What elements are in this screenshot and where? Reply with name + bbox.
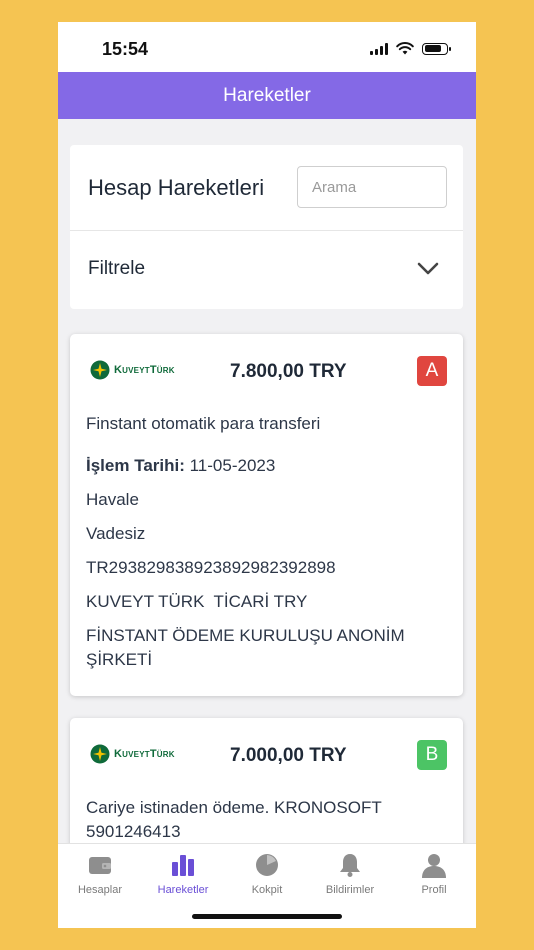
transaction-type: Havale xyxy=(86,490,139,509)
iban: TR293829838923892982392898 xyxy=(86,558,336,577)
tab-label: Hesaplar xyxy=(77,884,123,896)
section-title: Hesap Hareketleri xyxy=(88,175,265,200)
tab-kokpit[interactable]: Kokpit xyxy=(225,852,309,896)
tab-profil[interactable]: Profil xyxy=(392,852,476,896)
tab-bar: Hesaplar Hareketler Kokpit Bildirimler P… xyxy=(58,843,476,928)
search-input[interactable] xyxy=(297,166,447,208)
nav-bar: Hareketler xyxy=(58,72,476,119)
filter-toggle-label[interactable]: Filtrele xyxy=(88,258,145,280)
transaction-amount: 7.000,00 TRY xyxy=(230,745,347,766)
divider xyxy=(70,230,463,231)
wallet-icon xyxy=(89,857,111,874)
transaction-card[interactable]: KuveytTürk 7.000,00 TRY B Cariye istinad… xyxy=(70,718,463,843)
tab-label: Hareketler xyxy=(157,884,209,896)
tab-label: Bildirimler xyxy=(325,884,375,896)
tab-hareketler[interactable]: Hareketler xyxy=(141,852,225,896)
date-label: İşlem Tarihi: xyxy=(86,456,185,475)
account-type: Vadesiz xyxy=(86,524,146,543)
status-time: 15:54 xyxy=(102,39,149,59)
counterparty: FİNSTANT ÖDEME KURULUŞU ANONİM ŞİRKETİ xyxy=(86,626,405,669)
home-indicator xyxy=(192,914,342,919)
transaction-description: Cariye istinaden ödeme. KRONOSOFT 590124… xyxy=(86,798,382,841)
status-icons xyxy=(370,42,451,55)
account-name: KUVEYT TÜRK TİCARİ TRY xyxy=(86,592,308,611)
kuveyt-turk-logo-icon xyxy=(90,360,110,380)
status-badge: B xyxy=(417,740,447,770)
bell-icon xyxy=(340,854,360,877)
content-area[interactable]: Hesap Hareketleri Filtrele KuveytTürk 7.… xyxy=(58,119,476,843)
bar-chart-icon xyxy=(172,855,194,876)
page-title: Hareketler xyxy=(223,84,311,106)
phone-screen: 15:54 Hareketler Hesap Hareketleri Filtr… xyxy=(58,22,476,928)
transaction-details: Finstant otomatik para transferi İşlem T… xyxy=(86,412,447,682)
status-badge: A xyxy=(417,356,447,386)
pie-chart-icon xyxy=(256,854,278,876)
bank-logo: KuveytTürk xyxy=(90,360,175,380)
battery-icon xyxy=(422,42,451,55)
signal-icon xyxy=(370,42,388,55)
transaction-amount: 7.800,00 TRY xyxy=(230,361,347,382)
tab-label: Profil xyxy=(421,884,447,896)
transaction-date: İşlem Tarihi: 11-05-2023 xyxy=(86,454,447,478)
bank-name: KuveytTürk xyxy=(114,748,175,760)
wifi-icon xyxy=(396,42,414,55)
bank-logo: KuveytTürk xyxy=(90,744,175,764)
tab-hesaplar[interactable]: Hesaplar xyxy=(58,852,142,896)
status-bar: 15:54 xyxy=(58,22,476,72)
date-value: 11-05-2023 xyxy=(184,456,276,475)
chevron-down-icon[interactable] xyxy=(417,257,439,279)
bank-name: KuveytTürk xyxy=(114,364,175,376)
tab-label: Kokpit xyxy=(251,884,283,896)
kuveyt-turk-logo-icon xyxy=(90,744,110,764)
tab-bildirimler[interactable]: Bildirimler xyxy=(308,852,392,896)
user-icon xyxy=(422,854,446,878)
transaction-details: Cariye istinaden ödeme. KRONOSOFT 590124… xyxy=(86,796,447,843)
transaction-description: Finstant otomatik para transferi xyxy=(86,414,321,433)
transaction-card[interactable]: KuveytTürk 7.800,00 TRY A Finstant otoma… xyxy=(70,334,463,696)
header-card: Hesap Hareketleri Filtrele xyxy=(70,145,463,309)
